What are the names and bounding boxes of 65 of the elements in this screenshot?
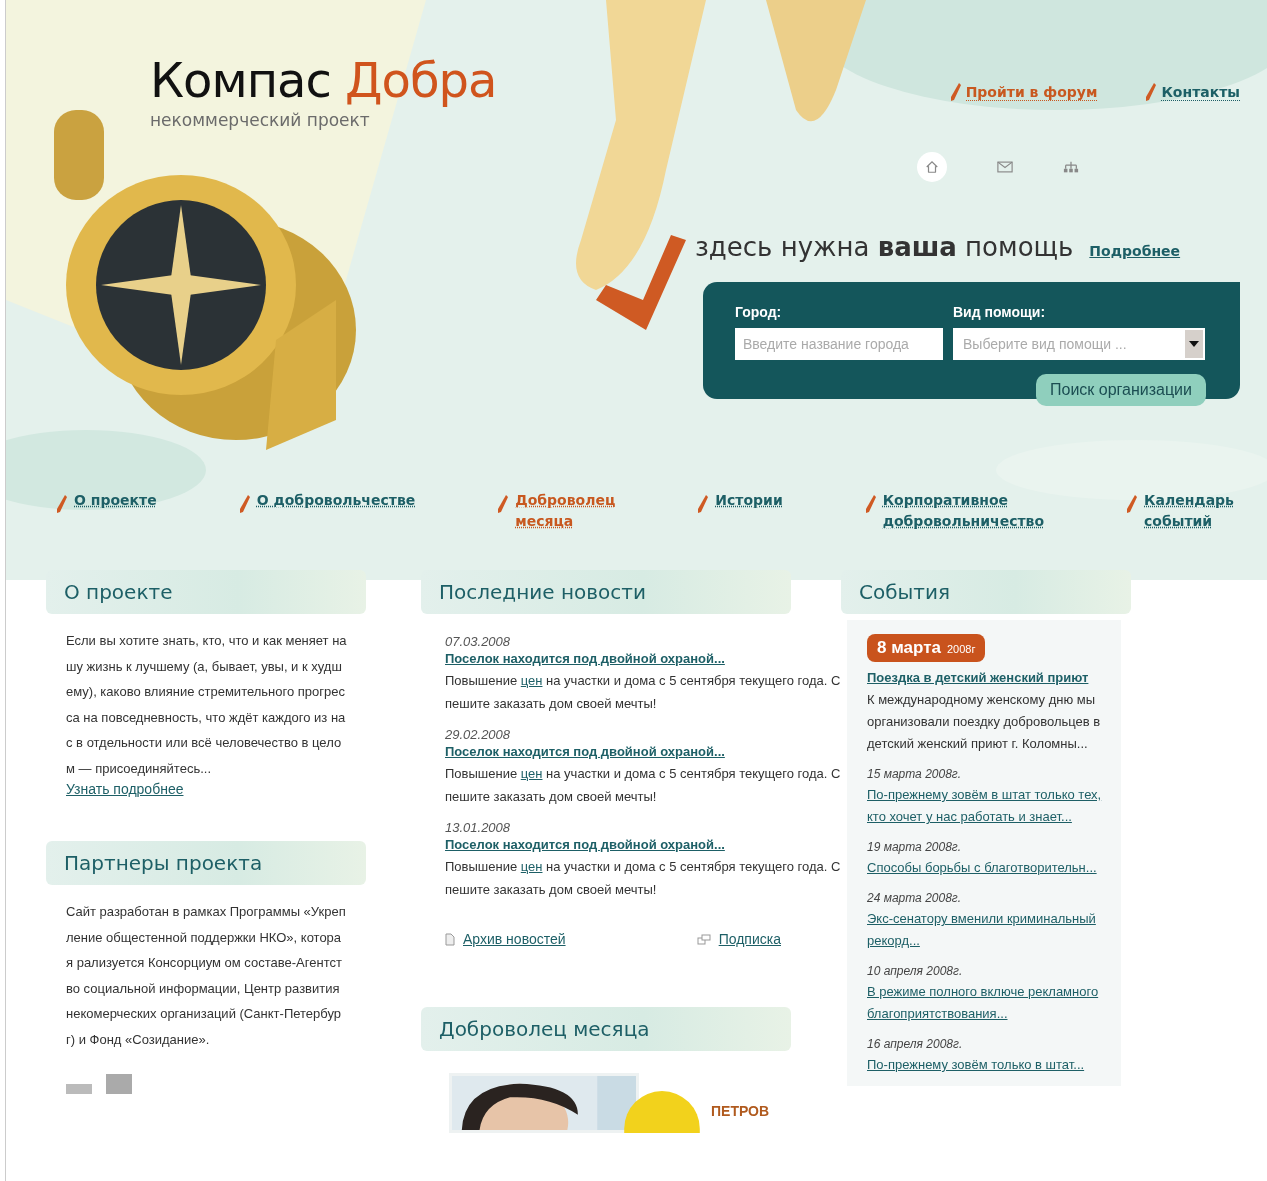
mail-icon[interactable] [997, 160, 1013, 174]
nav-link[interactable]: Истории [715, 490, 783, 511]
pencil-icon [56, 494, 68, 514]
event-link[interactable]: Способы борьбы с благотворительн... [867, 857, 1103, 879]
pencil-icon [1126, 494, 1139, 514]
event-date: 16 апреля 2008г. [867, 1037, 964, 1051]
nav-link[interactable]: О добровольчестве [256, 490, 416, 511]
news-date: 13.01.2008 [445, 820, 512, 835]
news-text: Повышение цен на участки и дома с 5 сентября текущего года. Спешите заказать дом своей мечты! [445, 858, 842, 899]
event-link[interactable]: По-прежнему зовём только в штат... [867, 1054, 1103, 1076]
sitemap-icon[interactable] [1063, 160, 1079, 174]
event-date: 10 апреля 2008г. [867, 964, 964, 978]
nav-link[interactable]: Доброволец месяца [515, 490, 616, 532]
partners-text: Сайт разработан в рамках Программы «Укрепление общестенной поддержки НКО», которая рализуется Консорциум ом составе-Агентство социальной информации, Центр развития некомерческих организаций (Санкт-Петербург) и Фонд «Созидание». [66, 903, 347, 1049]
logo-tagline: некоммерческий проект [150, 110, 370, 130]
section-title: Партнеры проекта [46, 841, 366, 885]
field-label: Вид помощи: [953, 304, 1047, 320]
news-text: Повышение цен на участки и дома с 5 сентября текущего года. Спешите заказать дом своей мечты! [445, 765, 842, 806]
price-link[interactable]: цен [520, 859, 543, 874]
nav-link[interactable]: Календарь событий [1144, 490, 1234, 532]
news-title-link[interactable]: Поселок находится под двойной охраной... [445, 744, 791, 759]
section-title: О проекте [46, 570, 366, 614]
section-title: Последние новости [421, 570, 791, 614]
city-field[interactable]: Введите название города [735, 328, 943, 360]
event-date: 19 марта 2008г. [867, 840, 963, 854]
window-icon [696, 933, 711, 945]
more-link[interactable]: Узнать подробнее [66, 781, 366, 797]
event-link[interactable]: В режиме полного включе рекламного благоприятствования... [867, 981, 1103, 1025]
pencil-icon [238, 494, 251, 514]
event-link[interactable]: Экс-сенатору вменили криминальный рекорд... [867, 908, 1103, 952]
event-date: 15 марта 2008г. [867, 767, 963, 781]
news-text: Повышение цен на участки и дома с 5 сентября текущего года. Спешите заказать дом своей мечты! [445, 672, 842, 713]
archive-link[interactable]: Архив новостей [463, 931, 566, 947]
news-date: 29.02.2008 [445, 727, 512, 742]
pencil-icon [497, 494, 510, 514]
pencil-icon [697, 494, 710, 514]
pencil-icon [864, 494, 877, 514]
about-text: Если вы хотите знать, кто, что и как меняет нашу жизнь к лучшему (а, бывает, увы, и к худшему), каково влияние стремительного прогресса на повседневность, что ждёт каждого из нас в отдельности или всё человечество в целом — присоединяйтесь... [66, 632, 348, 778]
news-date: 07.03.2008 [445, 634, 512, 649]
more-link[interactable]: Подробнее [1089, 243, 1181, 259]
news-title-link[interactable]: Поселок находится под двойной охраной... [445, 651, 791, 666]
logo[interactable]: Компас Добра [150, 52, 497, 108]
volunteer-name: ПЕТРОВ [711, 1103, 770, 1119]
section-title: Доброволец месяца [421, 1007, 791, 1051]
news-title-link[interactable]: Поселок находится под двойной охраной... [445, 837, 791, 852]
pencil-icon [949, 82, 962, 102]
event-date: 24 марта 2008г. [867, 891, 963, 905]
search-button[interactable]: Поиск организации [1036, 374, 1206, 406]
nav-link[interactable]: О проекте [74, 490, 157, 511]
help-heading: здесь нужна ваша помощь [695, 232, 1074, 262]
pencil-icon [1145, 82, 1158, 102]
dropdown-caret-icon [1189, 341, 1199, 347]
badge-year: 2008г [946, 643, 976, 655]
subscribe-link[interactable]: Подписка [718, 931, 781, 947]
event-title-link[interactable]: Поездка в детский женский приют [867, 670, 1103, 685]
event-text: К международному женскому дню мы организовали поездку добровольцев в детский женский приют г. Коломны... [867, 691, 1102, 753]
top-link[interactable]: Контакты [1161, 83, 1240, 101]
field-label: Город: [735, 304, 783, 320]
document-icon [445, 932, 455, 946]
nav-link[interactable]: Корпоративное добровольничество [882, 490, 1045, 532]
badge-day: 8 марта [877, 638, 941, 658]
section-title: События [841, 570, 1131, 614]
event-link[interactable]: По-прежнему зовём в штат только тех, кто хочет у нас работать и знает... [867, 784, 1103, 828]
price-link[interactable]: цен [520, 766, 543, 781]
price-link[interactable]: цен [520, 673, 543, 688]
